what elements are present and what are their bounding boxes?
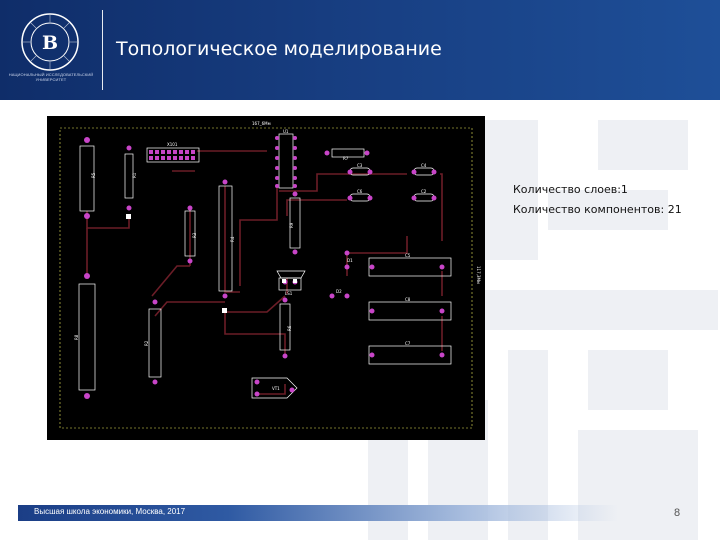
label-r3: R3 <box>192 232 197 238</box>
label-r1: R1 <box>132 172 137 178</box>
label-c5: C5 <box>405 253 411 258</box>
university-logo: В <box>21 13 79 71</box>
label-vt1: VT1 <box>272 386 280 391</box>
pcb-layout: 167_6Мм 117,3Мм R5 R1 X101 U1 R7 C3 C4 C… <box>47 116 485 440</box>
label-r7: R7 <box>343 156 349 161</box>
label-c2: C2 <box>421 189 427 194</box>
board-width-label: 167_6Мм <box>252 121 271 126</box>
label-r5: R5 <box>91 172 96 178</box>
label-r4: R4 <box>230 236 235 242</box>
board-height-label: 117,3Мм <box>476 266 481 284</box>
label-c8: C8 <box>405 297 411 302</box>
label-c7: C7 <box>405 341 411 346</box>
label-r9: R9 <box>289 222 294 228</box>
label-c3: C3 <box>357 163 363 168</box>
page-title: Топологическое моделирование <box>116 38 442 60</box>
page-number: 8 <box>674 507 681 519</box>
label-ls1: LS1 <box>285 291 293 296</box>
header-divider <box>102 10 103 90</box>
label-r2: R2 <box>144 340 149 346</box>
components-count: Количество компонентов: 21 <box>513 203 682 216</box>
label-r6: R6 <box>287 325 292 331</box>
label-c4: C4 <box>421 163 427 168</box>
label-r8: R8 <box>74 334 79 340</box>
label-d1: D1 <box>347 258 353 263</box>
svg-text:В: В <box>42 32 58 54</box>
footer-text: Высшая школа экономики, Москва, 2017 <box>34 507 186 516</box>
label-d2: D2 <box>336 289 342 294</box>
label-c6: C6 <box>357 189 363 194</box>
layers-count: Количество слоев:1 <box>513 183 628 196</box>
label-u1: U1 <box>283 129 289 134</box>
footer-bar: Высшая школа экономики, Москва, 2017 <box>18 505 618 521</box>
header-bar: В НАЦИОНАЛЬНЫЙ ИССЛЕДОВАТЕЛЬСКИЙ УНИВЕРС… <box>0 0 720 100</box>
label-x101: X101 <box>167 142 178 147</box>
logo-caption: НАЦИОНАЛЬНЫЙ ИССЛЕДОВАТЕЛЬСКИЙ УНИВЕРСИТ… <box>8 72 94 82</box>
